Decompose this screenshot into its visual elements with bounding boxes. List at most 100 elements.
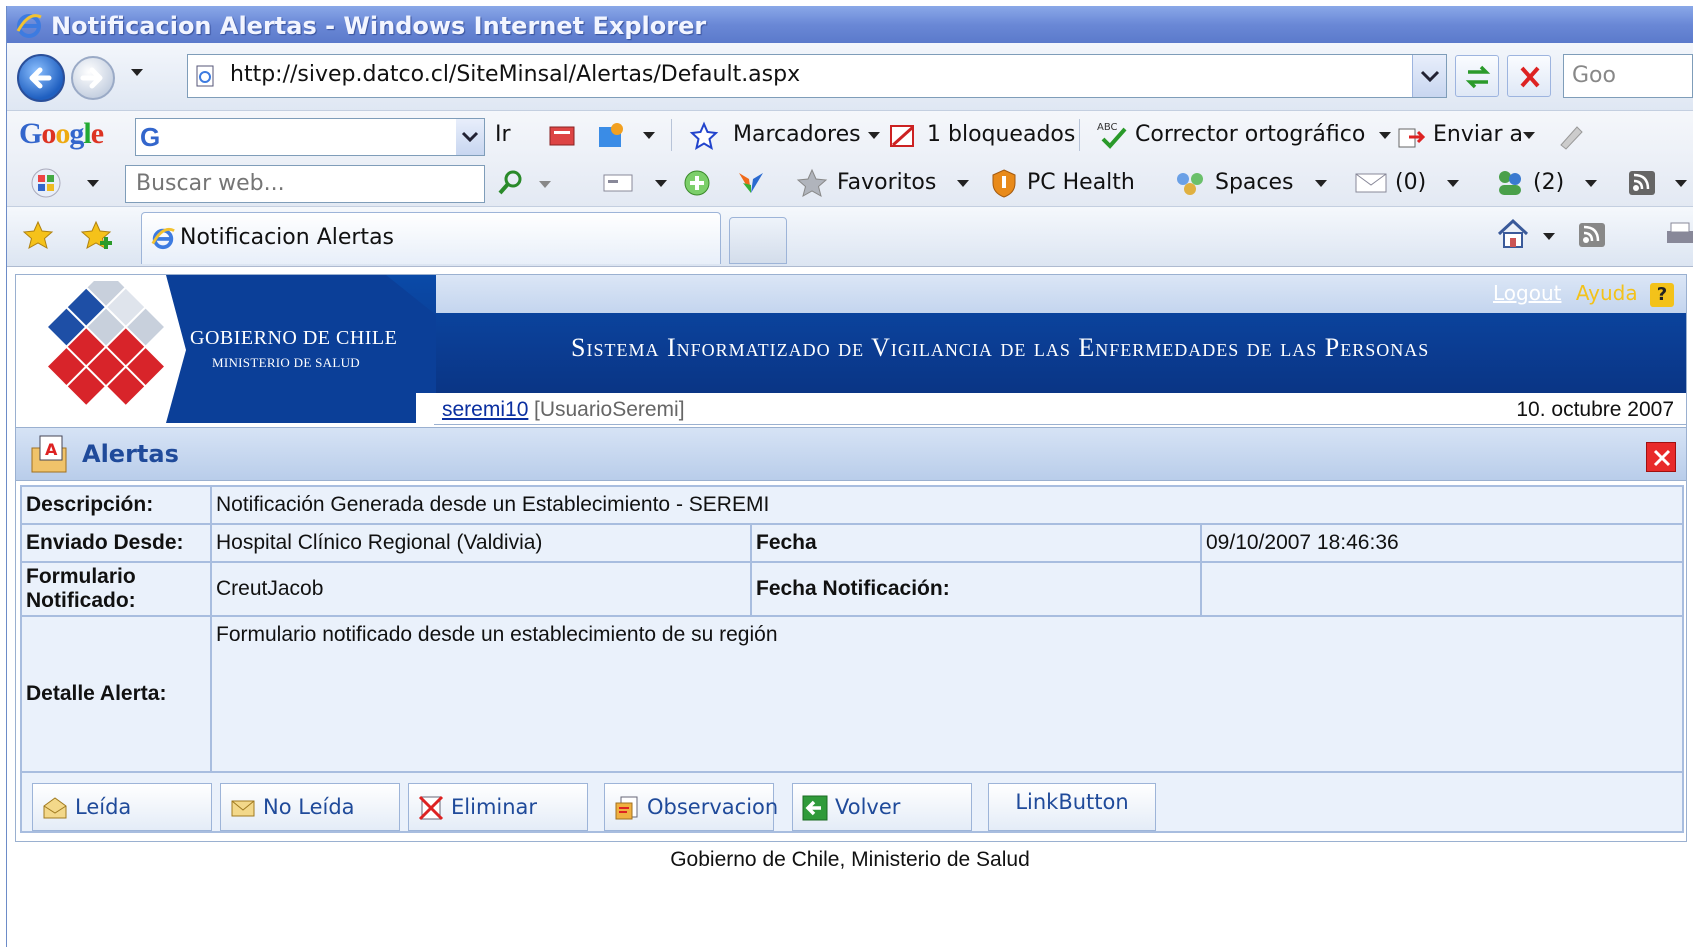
address-dropdown-button[interactable] xyxy=(1412,55,1446,97)
address-field[interactable]: http://sivep.datco.cl/SiteMinsal/Alertas… xyxy=(187,54,1447,98)
tab-label: Notificacion Alertas xyxy=(180,225,395,250)
eliminar-button[interactable]: Eliminar xyxy=(408,783,588,831)
windows-live-icon[interactable] xyxy=(29,167,63,199)
org-name: GOBIERNO DE CHILE xyxy=(190,327,398,349)
pagerank-icon[interactable] xyxy=(595,121,627,151)
help-icon[interactable]: ? xyxy=(1650,282,1674,307)
mail-icon xyxy=(1355,173,1387,193)
stop-button[interactable] xyxy=(1507,55,1551,97)
chevron-down-icon xyxy=(957,179,970,187)
alert-details-table: Descripción: Notificación Generada desde… xyxy=(20,485,1684,773)
header-banner: GOBIERNO DE CHILE MINISTERIO DE SALUD Si… xyxy=(16,275,1686,425)
close-button[interactable] xyxy=(1646,442,1676,472)
help-link[interactable]: Ayuda xyxy=(1576,281,1638,305)
leida-button[interactable]: Leída xyxy=(32,783,212,831)
spaces-button[interactable]: Spaces xyxy=(1215,159,1327,207)
search-field[interactable]: Goo xyxy=(1563,54,1693,98)
feeds-icon[interactable] xyxy=(1577,221,1607,249)
chevron-down-icon xyxy=(1314,179,1327,187)
mail-button[interactable]: (0) xyxy=(1395,159,1460,207)
favorites-star-icon xyxy=(796,168,828,198)
favorites-button[interactable]: Favoritos xyxy=(837,159,970,207)
volver-button[interactable]: Volver xyxy=(792,783,972,831)
chevron-down-icon xyxy=(1447,179,1460,187)
send-to-icon xyxy=(1398,128,1426,148)
no-leida-button[interactable]: No Leída xyxy=(220,783,400,831)
butterfly-icon[interactable] xyxy=(733,167,769,199)
add-favorite-icon[interactable] xyxy=(79,219,115,253)
logout-link[interactable]: Logout xyxy=(1493,281,1561,305)
chevron-down-icon xyxy=(1585,179,1598,187)
contacts-count: (2) xyxy=(1533,170,1565,195)
address-url[interactable]: http://sivep.datco.cl/SiteMinsal/Alertas… xyxy=(230,62,800,87)
observacion-label: Observacion xyxy=(647,795,779,819)
pencil-icon[interactable] xyxy=(1555,121,1587,151)
page-icon xyxy=(196,65,214,87)
ministry-name: MINISTERIO DE SALUD xyxy=(212,355,360,370)
history-dropdown-icon[interactable] xyxy=(131,69,143,76)
favorites-label: Favoritos xyxy=(837,170,937,195)
eliminar-label: Eliminar xyxy=(451,795,538,819)
open-envelope-icon xyxy=(43,797,67,819)
rss-dropdown-icon[interactable] xyxy=(1675,180,1687,187)
no-leida-label: No Leída xyxy=(263,795,355,819)
link-button[interactable]: LinkButton xyxy=(988,783,1156,831)
live-search-input[interactable] xyxy=(125,165,485,203)
home-dropdown-icon[interactable] xyxy=(1543,233,1555,240)
link-button-label: LinkButton xyxy=(1015,790,1129,814)
google-g-icon: G xyxy=(140,122,161,152)
delete-icon xyxy=(418,795,444,821)
address-toolbar: http://sivep.datco.cl/SiteMinsal/Alertas… xyxy=(7,43,1693,111)
home-icon[interactable] xyxy=(1495,217,1531,251)
popup-blocker-button[interactable]: 1 bloqueados xyxy=(927,111,1075,159)
bookmarks-label: Marcadores xyxy=(733,122,861,147)
new-tab-button[interactable] xyxy=(729,217,787,264)
highlight-dropdown-icon[interactable] xyxy=(655,180,667,187)
google-search-input[interactable]: G xyxy=(135,118,485,156)
forward-button[interactable] xyxy=(71,56,115,100)
news-icon[interactable] xyxy=(547,123,577,149)
spellcheck-icon: ABC xyxy=(1097,122,1127,149)
username-link[interactable]: seremi10 xyxy=(442,398,528,422)
highlight-icon[interactable] xyxy=(601,169,635,197)
back-button[interactable] xyxy=(17,54,65,102)
back-arrow-icon xyxy=(802,795,828,821)
formulario-label: Formulario Notificado: xyxy=(20,561,212,617)
observacion-button[interactable]: Observacion xyxy=(604,783,778,831)
chevron-down-icon xyxy=(867,131,880,139)
favorites-center-icon[interactable] xyxy=(21,219,55,253)
bookmarks-menu[interactable]: Marcadores xyxy=(733,111,880,159)
svg-text:ABC: ABC xyxy=(1097,122,1118,133)
live-menu-dropdown-icon[interactable] xyxy=(87,180,99,187)
star-icon xyxy=(689,121,719,151)
tab-bar: Notificacion Alertas xyxy=(7,207,1693,267)
popup-blocker-icon xyxy=(890,125,915,147)
fecha-notificacion-value xyxy=(1200,561,1684,617)
formulario-value: CreutJacob xyxy=(210,561,752,617)
pc-health-button[interactable]: PC Health xyxy=(1027,159,1135,207)
contacts-button[interactable]: (2) xyxy=(1533,159,1598,207)
print-icon[interactable] xyxy=(1661,219,1693,251)
send-to-menu[interactable]: Enviar a xyxy=(1433,111,1535,159)
toolbar-separator xyxy=(671,119,672,151)
chevron-down-icon xyxy=(1379,131,1392,139)
options-dropdown-icon[interactable] xyxy=(643,132,655,139)
refresh-button[interactable] xyxy=(1455,55,1499,97)
footer-text: Gobierno de Chile, Ministerio de Salud xyxy=(670,848,1030,871)
search-icon[interactable] xyxy=(495,167,527,199)
closed-envelope-icon xyxy=(231,800,255,817)
window-title: Notificacion Alertas - Windows Internet … xyxy=(51,12,707,40)
system-title: Sistema Informatizado de Vigilancia de l… xyxy=(571,333,1430,362)
add-button-icon[interactable] xyxy=(681,167,713,199)
current-date: 10. octubre 2007 xyxy=(1516,398,1674,421)
tab-notificacion-alertas[interactable]: Notificacion Alertas xyxy=(141,212,721,264)
search-options-dropdown-icon[interactable] xyxy=(539,181,551,188)
svg-text:A: A xyxy=(45,440,58,459)
google-go-button[interactable]: Ir xyxy=(495,111,511,159)
rss-icon[interactable] xyxy=(1627,169,1657,197)
live-search-field[interactable] xyxy=(136,166,436,200)
enviado-value: Hospital Clínico Regional (Valdivia) xyxy=(210,523,752,563)
google-search-dropdown[interactable] xyxy=(456,119,484,155)
spellcheck-button[interactable]: Corrector ortográfico xyxy=(1135,111,1392,159)
back-arrow-icon xyxy=(29,67,52,89)
